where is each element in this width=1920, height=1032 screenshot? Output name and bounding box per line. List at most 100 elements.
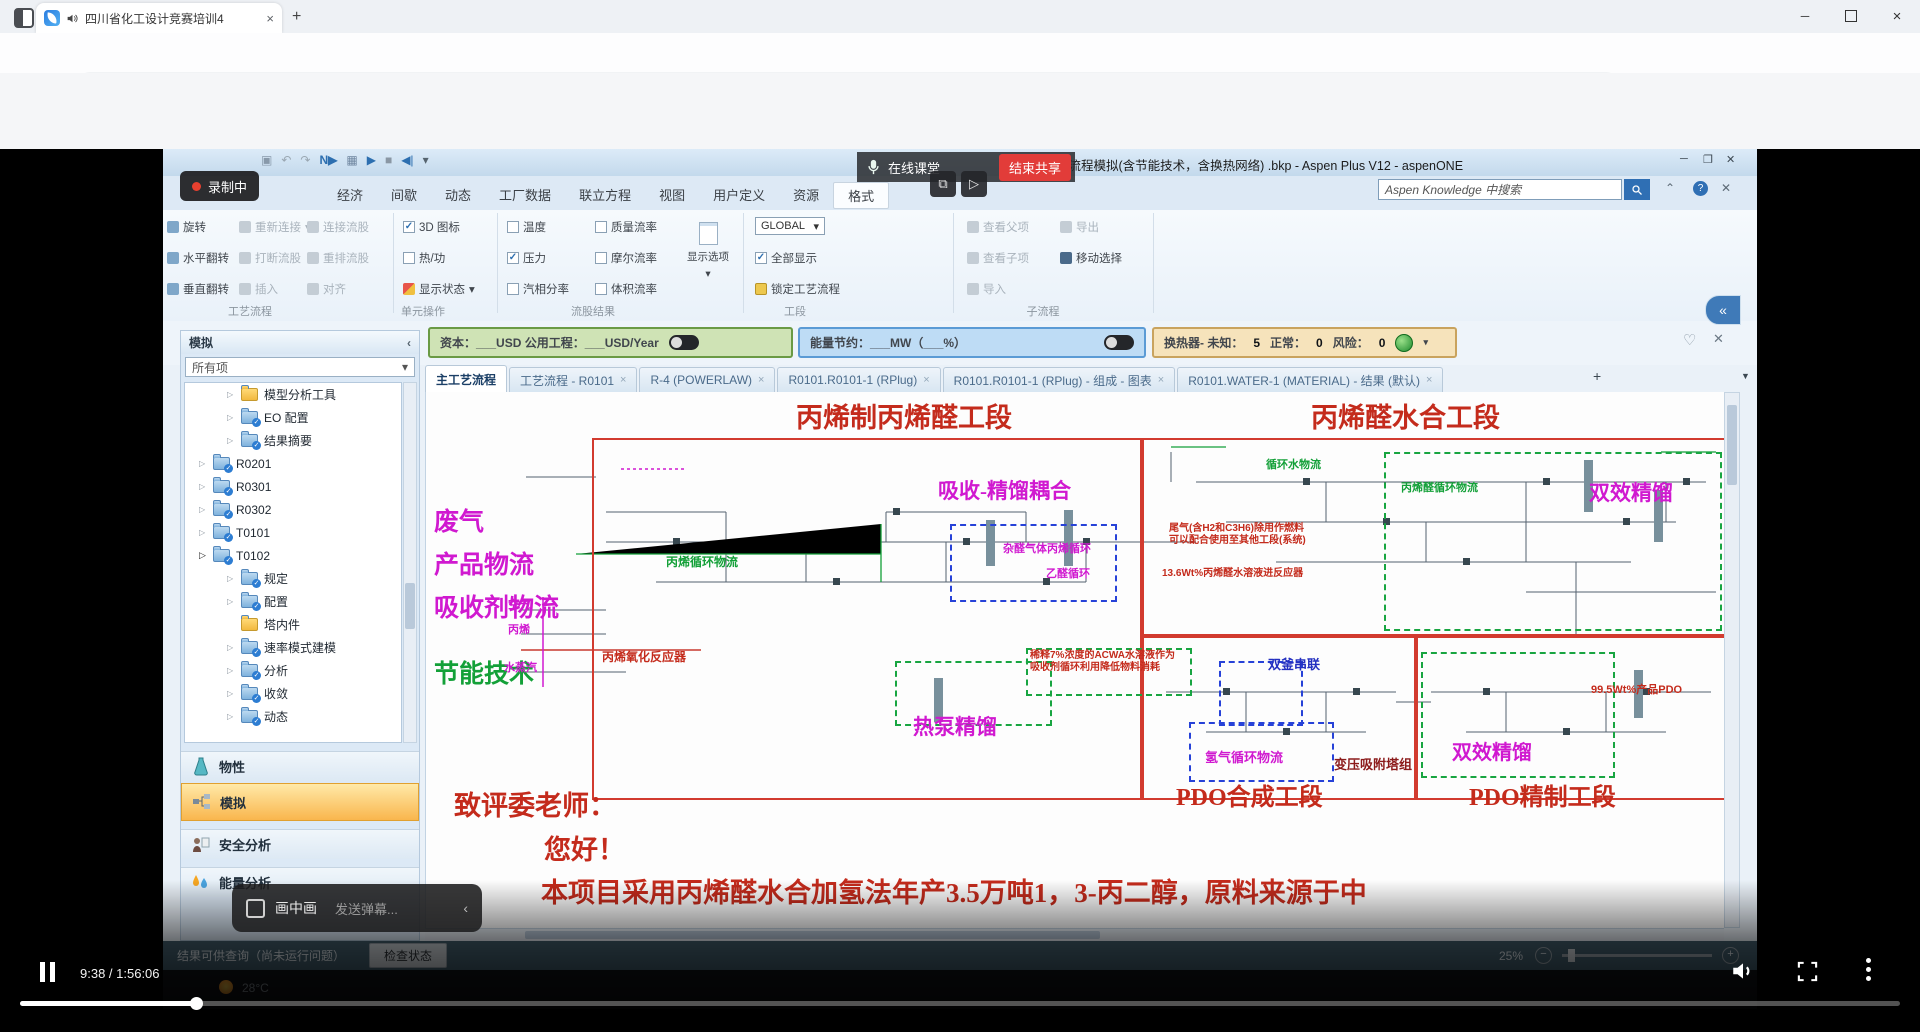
insert-button[interactable]: 插入 [239,281,278,297]
progress-thumb[interactable] [190,997,203,1010]
ribbon-tab[interactable]: 工厂数据 [485,182,565,209]
undo-icon[interactable]: ↶ [281,153,291,167]
energy-toggle[interactable] [1104,335,1134,350]
rotate-button[interactable]: 旋转 [167,219,206,235]
expander-icon[interactable]: ▷ [227,574,239,583]
tree-item[interactable]: ▷ ✓ 塔内件 [185,613,401,636]
heat-work-checkbox[interactable]: 热/功 [403,250,445,266]
tree-item[interactable]: ▷ ✓ EO 配置 [185,406,401,429]
tree-item[interactable]: ▷ ✓ R0302 [185,498,401,521]
rearrange-stream-button[interactable]: 重排流股 [307,250,369,266]
panel-collapse-icon[interactable]: ‹ [463,900,468,916]
close-tab-icon[interactable]: × [620,374,626,386]
close-tab-icon[interactable]: × [1426,374,1432,386]
expander-icon[interactable]: ▷ [227,712,239,721]
help-icon[interactable]: ? [1693,181,1708,196]
expander-icon[interactable]: ▷ [199,528,211,537]
flowsheet-canvas[interactable]: 丙烯制丙烯醛工段 丙烯醛水合工段 废气 产品物流 吸收剂物流 节能技术 吸收-精… [425,392,1725,928]
new-document-tab-button[interactable]: + [1593,368,1601,384]
expander-icon[interactable]: ▷ [227,689,239,698]
microphone-icon[interactable] [867,159,880,175]
connect-stream-button[interactable]: 连接流股 [307,219,369,235]
browser-tab[interactable]: 四川省化工设计竞赛培训4 × [36,3,282,33]
tree-item[interactable]: ▷ ✓ T0102 [185,544,401,567]
panel-close-icon[interactable]: ✕ [1721,181,1731,195]
expander-icon[interactable]: ▷ [199,505,211,514]
pressure-checkbox[interactable]: ✓压力 [507,250,546,266]
tree-item[interactable]: ▷ ✓ 配置 [185,590,401,613]
expander-icon[interactable]: ▷ [227,413,239,422]
pip-label[interactable]: 画中画 [275,898,317,918]
economics-toggle[interactable] [669,335,699,350]
tree-item[interactable]: ▷ ✓ 模型分析工具 [185,383,401,406]
expander-icon[interactable]: ▷ [199,459,211,468]
move-selection-button[interactable]: 移动选择 [1060,250,1122,266]
player-menu-icon[interactable] [1866,958,1871,981]
tree-item[interactable]: ▷ ✓ 速率模式建模 [185,636,401,659]
nav-bottom-simulation[interactable]: 模拟 [181,783,419,821]
import-button[interactable]: 导入 [967,281,1006,297]
tree-scrollbar-thumb[interactable] [405,583,415,629]
flip-horizontal-button[interactable]: 水平翻转 [167,250,229,266]
close-tab-icon[interactable]: × [923,374,929,386]
nav-filter-dropdown[interactable]: 所有项▾ [185,357,415,377]
canvas-vertical-scrollbar[interactable] [1724,392,1740,928]
vertical-scrollbar-thumb[interactable] [1727,405,1737,485]
exchanger-globe-icon[interactable] [1395,334,1413,352]
document-tab[interactable]: 工艺流程 - R0101 × [509,367,637,392]
window-minimize-button[interactable]: ─ [1782,0,1828,32]
quick-access-toolbar[interactable]: ▣ ↶ ↷ N▶ ▦ ▶ ■ ◀| ▾ [261,153,429,167]
aspen-minimize-icon[interactable]: ─ [1680,153,1688,165]
redo-icon[interactable]: ↷ [300,153,310,167]
view-parent-button[interactable]: 查看父项 [967,219,1029,235]
tab-workspaces-icon[interactable] [14,8,34,28]
document-tab[interactable]: R0101.R0101-1 (RPlug) × [777,367,940,392]
expander-icon[interactable]: ▷ [227,643,239,652]
new-tab-button[interactable]: + [292,8,301,26]
expander-icon[interactable]: ▷ [227,666,239,675]
close-tab-icon[interactable]: × [758,374,764,386]
expander-icon[interactable]: ▷ [227,390,239,399]
document-tab[interactable]: 主工艺流程 × [425,365,507,392]
tab-audio-speaker-icon[interactable] [66,12,79,25]
window-maximize-button[interactable] [1828,0,1874,32]
save-icon[interactable]: ▣ [261,153,272,167]
expander-icon[interactable]: ▷ [199,482,211,491]
aspen-restore-icon[interactable]: ❐ [1703,153,1713,166]
tab-close-icon[interactable]: × [266,11,274,26]
lock-flowsheet-button[interactable]: 锁定工艺流程 [755,281,840,297]
search-button[interactable] [1624,179,1650,200]
tree-item[interactable]: ▷ ✓ 分析 [185,659,401,682]
pip-checkbox-icon[interactable] [246,899,265,918]
break-stream-button[interactable]: 打断流股 [239,250,301,266]
window-close-button[interactable]: × [1874,0,1920,32]
ribbon-tab[interactable]: 联立方程 [565,182,645,209]
volume-icon[interactable] [1730,958,1756,984]
display-options-button[interactable]: 显示选项▾ [683,222,733,280]
sidebar-collapse-fab[interactable]: « [1705,295,1741,325]
bar-close-icon[interactable]: ✕ [1713,331,1724,347]
ribbon-tab[interactable]: 动态 [431,182,485,209]
favorite-heart-icon[interactable]: ♡ [1683,331,1696,349]
align-button[interactable]: 对齐 [307,281,346,297]
aspen-close-icon[interactable]: ✕ [1726,153,1735,166]
run-icon[interactable]: ▶ [367,153,376,167]
pause-button[interactable] [40,962,55,982]
show-status-button[interactable]: 显示状态▾ [403,281,475,297]
tree-scrollbar[interactable] [403,382,417,743]
ribbon-tab[interactable]: 用户定义 [699,182,779,209]
danmaku-label[interactable]: 发送弹幕... [335,899,398,918]
tree-item[interactable]: ▷ ✓ T0101 [185,521,401,544]
nav-bottom-properties[interactable]: 物性 [181,751,419,781]
mole-flow-checkbox[interactable]: 摩尔流率 [595,250,657,266]
collapse-ribbon-icon[interactable]: ⌃ [1665,181,1675,195]
document-tab[interactable]: R0101.R0101-1 (RPlug) - 组成 - 图表 × [943,367,1176,392]
ribbon-tab[interactable]: 间歇 [377,182,431,209]
volume-flow-checkbox[interactable]: 体积流率 [595,281,657,297]
reconnect-button[interactable]: 重新连接▾ [239,219,311,235]
tree-item[interactable]: ▷ ✓ 动态 [185,705,401,728]
collapse-panel-icon[interactable]: ‹ [407,336,411,350]
tree-item[interactable]: ▷ ✓ R0301 [185,475,401,498]
nav-bottom-safety[interactable]: 安全分析 [181,829,419,859]
3d-icons-checkbox[interactable]: ✓3D 图标 [403,219,460,235]
